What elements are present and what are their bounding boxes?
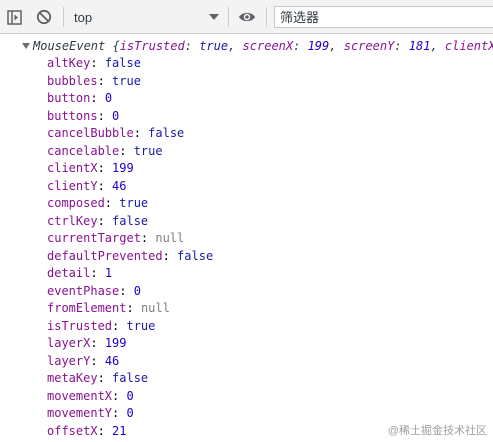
property-value: true xyxy=(112,73,141,88)
property-key: ctrlKey xyxy=(47,213,98,228)
preview-value: true xyxy=(199,39,229,53)
property-row: clientX: 199 xyxy=(47,161,134,175)
watermark: @稀土掘金技术社区 xyxy=(387,425,487,437)
property-row: cancelable: true xyxy=(47,143,163,158)
property-key: clientX xyxy=(47,161,98,175)
property-row: buttons: 0 xyxy=(47,108,120,123)
property-value: true xyxy=(126,318,156,333)
property-key: metaKey xyxy=(47,371,98,385)
property-row: detail: 1 xyxy=(47,266,113,280)
property-value: false xyxy=(104,56,141,70)
property-value: 199 xyxy=(104,336,127,350)
eye-icon[interactable] xyxy=(236,6,258,28)
property-row: isTrusted: true xyxy=(47,318,156,333)
object-preview: MouseEvent {isTrusted: true, screenX: 19… xyxy=(33,39,493,53)
context-selector[interactable]: top xyxy=(66,6,224,28)
property-value: 199 xyxy=(112,161,134,175)
property-key: isTrusted xyxy=(47,318,113,333)
property-row: clientY: 46 xyxy=(47,178,127,193)
property-key: movementY xyxy=(47,406,113,420)
property-value: 0 xyxy=(133,283,141,298)
property-key: cancelBubble xyxy=(47,126,134,140)
preview-key: screenX xyxy=(242,39,294,53)
preview-key: screenY xyxy=(343,39,395,53)
property-value: false xyxy=(177,248,214,263)
property-row: fromElement: null xyxy=(47,301,170,315)
property-value: 0 xyxy=(112,108,120,123)
property-key: layerX xyxy=(47,336,91,350)
property-value: 21 xyxy=(112,423,127,438)
property-row: movementY: 0 xyxy=(47,406,134,420)
property-row: altKey: false xyxy=(47,56,141,70)
property-value: false xyxy=(112,213,149,228)
preview-value: 199 xyxy=(307,39,330,53)
property-key: bubbles xyxy=(47,73,98,88)
property-row: defaultPrevented: false xyxy=(47,248,214,263)
sidebar-toggle-icon[interactable] xyxy=(4,6,24,28)
property-row: currentTarget: null xyxy=(47,231,185,245)
property-value: false xyxy=(112,371,149,385)
property-key: layerY xyxy=(47,353,91,368)
property-row: ctrlKey: false xyxy=(47,213,149,228)
console-toolbar: top xyxy=(0,0,493,34)
property-row: cancelBubble: false xyxy=(47,126,185,140)
property-row: movementX: 0 xyxy=(47,388,134,403)
property-value: false xyxy=(148,126,185,140)
property-key: eventPhase xyxy=(47,283,120,298)
property-key: defaultPrevented xyxy=(47,248,163,263)
property-key: clientY xyxy=(47,178,98,193)
property-key: cancelable xyxy=(47,143,120,158)
toolbar-divider xyxy=(266,7,267,27)
property-row: composed: true xyxy=(47,196,149,210)
filter-input[interactable] xyxy=(274,6,493,28)
property-value: 46 xyxy=(104,353,120,368)
property-value: 46 xyxy=(112,178,127,193)
property-value: 0 xyxy=(126,406,134,420)
property-row: layerY: 46 xyxy=(47,353,120,368)
property-key: buttons xyxy=(47,108,98,123)
object-header[interactable]: MouseEvent {isTrusted: true, screenX: 19… xyxy=(22,38,493,55)
preview-key: isTrusted xyxy=(119,39,185,53)
context-selector-label: top xyxy=(74,9,93,25)
property-key: movementX xyxy=(47,388,113,403)
property-row: bubbles: true xyxy=(47,73,141,88)
property-key: currentTarget xyxy=(47,231,141,245)
toolbar-divider xyxy=(63,7,64,27)
preview-key: clientX xyxy=(444,39,493,53)
property-row: offsetX: 21 xyxy=(47,423,127,438)
object-type-name: MouseEvent xyxy=(33,39,106,53)
clear-console-icon[interactable] xyxy=(34,6,54,28)
property-key: button xyxy=(47,91,91,105)
preview-value: 181 xyxy=(408,39,431,53)
property-value: null xyxy=(155,231,185,245)
property-row: metaKey: false xyxy=(47,371,149,385)
property-key: composed xyxy=(47,196,105,210)
property-value: true xyxy=(133,143,163,158)
property-key: fromElement xyxy=(47,301,127,315)
property-value: 0 xyxy=(126,388,134,403)
property-value: true xyxy=(119,196,149,210)
property-key: altKey xyxy=(47,56,91,70)
property-value: 1 xyxy=(104,266,113,280)
dropdown-arrow-icon xyxy=(208,13,220,21)
property-value: null xyxy=(140,301,170,315)
property-value: 0 xyxy=(104,91,113,105)
toolbar-divider xyxy=(228,7,229,27)
property-row: button: 0 xyxy=(47,91,113,105)
property-row: layerX: 199 xyxy=(47,336,127,350)
property-key: offsetX xyxy=(47,423,98,438)
property-key: detail xyxy=(47,266,91,280)
property-row: eventPhase: 0 xyxy=(47,283,141,298)
